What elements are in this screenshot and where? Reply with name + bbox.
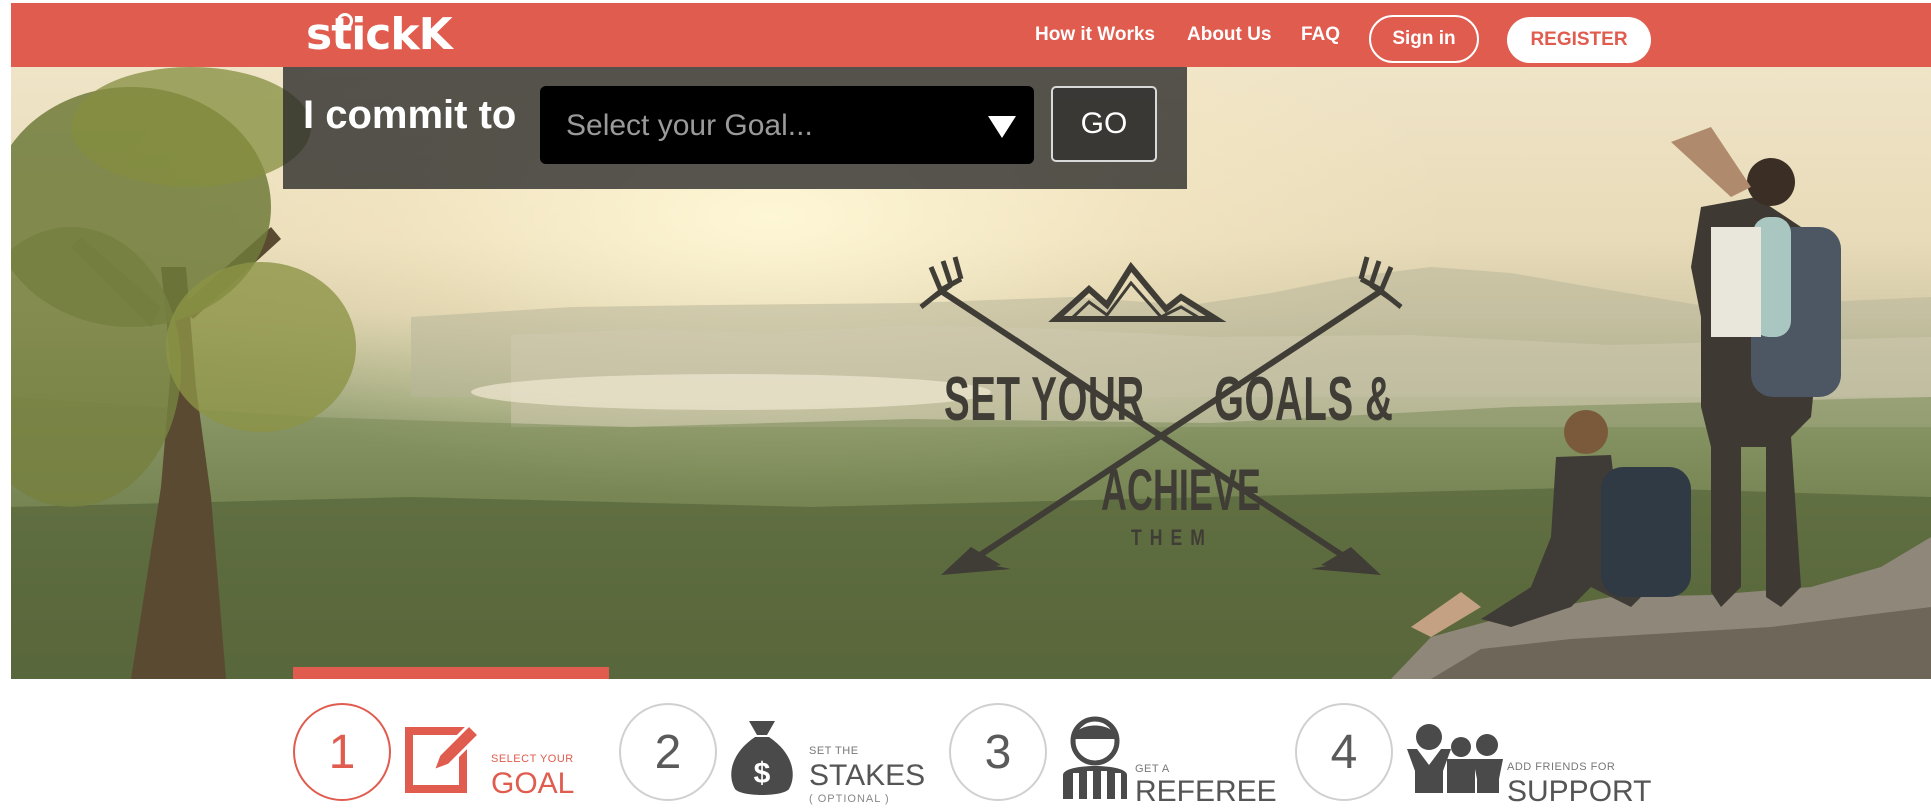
set-goals-emblem: SET YOUR GOALS & ACHIEVE THEM (911, 247, 1411, 587)
step-number-circle: 2 (619, 703, 717, 801)
step-1-select-goal[interactable]: 1 SELECT YOUR GOAL (293, 703, 603, 803)
step-big-label: REFEREE (1135, 775, 1277, 808)
goal-select-dropdown[interactable]: Select your Goal... (540, 86, 1034, 164)
dropdown-caret-icon (988, 116, 1016, 138)
step-number-circle: 1 (293, 703, 391, 801)
commit-panel: I commit to Select your Goal... GO (283, 67, 1187, 189)
step-small-label: SET THE (809, 745, 859, 757)
step-small-label: GET A (1135, 763, 1170, 775)
friends-icon (1407, 724, 1503, 793)
nav-how-it-works-link[interactable]: How it Works (1035, 3, 1155, 67)
step-optional-note: ( OPTIONAL ) (809, 793, 890, 805)
emblem-text-set-your: SET YOUR (944, 365, 1145, 434)
nav-faq-link[interactable]: FAQ (1301, 3, 1340, 67)
step-number-circle: 4 (1295, 703, 1393, 801)
goal-select-placeholder: Select your Goal... (566, 109, 813, 142)
register-button[interactable]: REGISTER (1507, 17, 1651, 63)
step-big-label: SUPPORT (1507, 775, 1652, 808)
step-2-set-stakes[interactable]: 2 $ SET THE STAKES ( OPTIONAL ) (619, 703, 925, 805)
emblem-text-goals: GOALS & (1214, 365, 1394, 434)
step-big-label: STAKES (809, 759, 926, 792)
step-small-label: SELECT YOUR (491, 753, 574, 765)
commit-label: I commit to (303, 93, 517, 137)
step-3-get-referee[interactable]: 3 GET A REFEREE (949, 703, 1277, 808)
top-nav-bar: stickK How it Works About Us FAQ Sign in… (11, 3, 1931, 67)
referee-icon (1063, 716, 1127, 799)
how-it-works-steps: 1 SELECT YOUR GOAL 2 $ SET THE STAKES ( … (11, 679, 1931, 808)
go-button[interactable]: GO (1051, 86, 1157, 162)
step-4-add-friends[interactable]: 4 ADD FRIENDS FOR SUPPORT (1295, 703, 1655, 808)
nav-about-us-link[interactable]: About Us (1187, 3, 1271, 67)
emblem-text-achieve: ACHIEVE (1101, 458, 1261, 523)
hero-banner: I commit to Select your Goal... GO SET Y… (11, 67, 1931, 679)
money-bag-icon: $ (731, 721, 793, 795)
page-frame: stickK How it Works About Us FAQ Sign in… (11, 3, 1931, 808)
step-number-circle: 3 (949, 703, 1047, 801)
emblem-text-them: THEM (1131, 525, 1213, 550)
svg-text:$: $ (754, 757, 771, 790)
step-big-label: GOAL (491, 767, 575, 800)
edit-icon (405, 722, 482, 793)
step-small-label: ADD FRIENDS FOR (1507, 761, 1616, 773)
sign-in-button[interactable]: Sign in (1369, 15, 1479, 63)
